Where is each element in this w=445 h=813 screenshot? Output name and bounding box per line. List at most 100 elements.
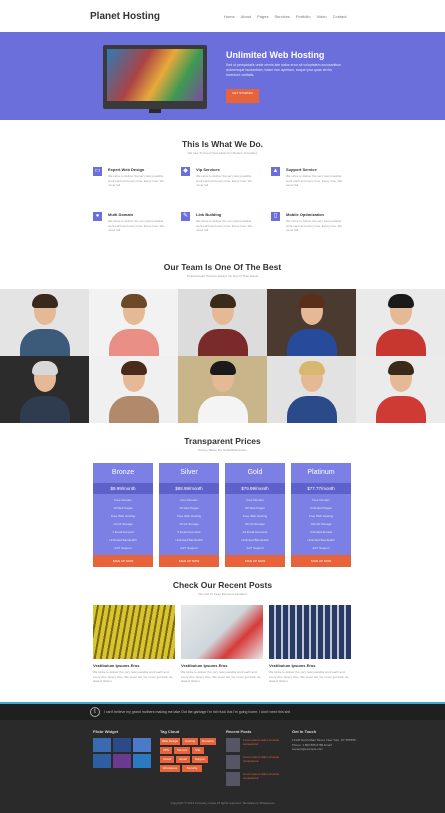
plan-price: $69.99/month (159, 483, 219, 494)
service-item: ✎ Link Building We strive to deliver the… (181, 212, 261, 246)
flickr-thumb[interactable] (113, 754, 131, 768)
service-title: Vip Services (196, 167, 220, 172)
nav-services[interactable]: Services (274, 14, 289, 19)
recent-post[interactable]: Lorem ipsum dolor sit amet consectetur (226, 755, 284, 769)
service-title: Link Building (196, 212, 222, 217)
plan-feature: Free Web Hosting (242, 514, 268, 518)
recent-post-thumb[interactable] (226, 755, 240, 769)
recent-post-link[interactable]: Lorem ipsum dolor sit amet consectetur (243, 738, 283, 746)
pricing-plan: Platinum $77.77/month Free Domain Unlimi… (291, 463, 351, 567)
tag-link[interactable]: Web Design (160, 738, 180, 745)
post-title[interactable]: Vestibulum Ipsums Eros (269, 663, 315, 668)
post-title[interactable]: Vestibulum Ipsums Eros (181, 663, 227, 668)
monitor-screen (107, 49, 203, 101)
pricing-title: Transparent Prices (184, 436, 261, 446)
sign-up-button[interactable]: SIGN UP NOW (291, 555, 351, 567)
post-desc: We strive to deliver the very best possi… (181, 670, 261, 683)
flickr-thumb[interactable] (93, 754, 111, 768)
post-image[interactable] (181, 605, 263, 659)
nav-home[interactable]: Home (224, 14, 235, 19)
tag-link[interactable]: Cloud (160, 756, 174, 763)
service-title: Mobile Optimization (286, 212, 324, 217)
post-title[interactable]: Vestibulum Ipsums Eros (93, 663, 139, 668)
recent-post[interactable]: Lorem ipsum dolor sit amet consectetur (226, 738, 284, 752)
team-member-photo[interactable] (178, 289, 267, 356)
team-member-photo[interactable] (89, 356, 178, 423)
plan-price: $9.99/month (93, 483, 153, 494)
post-desc: We strive to deliver the very best possi… (269, 670, 349, 683)
team-subtitle: Professionals That Are Always On Top Of … (186, 274, 259, 278)
posts-subtitle: We Like To Keep Everyone Updated (198, 592, 247, 596)
service-item: ▯ Mobile Optimization We strive to deliv… (271, 212, 351, 246)
recent-post-link[interactable]: Lorem ipsum dolor sit amet consectetur (243, 772, 283, 780)
plan-name: Platinum (307, 469, 335, 476)
monitor-icon: ▭ (93, 167, 102, 176)
site-logo[interactable]: Planet Hosting (90, 11, 160, 22)
nav-portfolio[interactable]: Portfolio (296, 14, 311, 19)
tag-link[interactable]: VPS (160, 747, 172, 754)
plan-feature: Free Web Hosting (308, 514, 334, 518)
nav-contact[interactable]: Contact (333, 14, 347, 19)
tag-link[interactable]: Domains (200, 738, 216, 745)
tag-link[interactable]: Servers (174, 747, 190, 754)
team-member-photo[interactable] (267, 356, 356, 423)
sign-up-button[interactable]: SIGN UP NOW (225, 555, 285, 567)
plan-name: Bronze (111, 469, 135, 476)
plan-feature: 100 Gb Storage (310, 522, 332, 526)
team-member-photo[interactable] (267, 289, 356, 356)
plan-feature: 10 Email Accounts (242, 530, 268, 534)
recent-post-link[interactable]: Lorem ipsum dolor sit amet consectetur (243, 755, 283, 763)
plan-feature: 50 Web Pages (245, 506, 265, 510)
service-desc: We strive to deliver the very best possi… (286, 219, 343, 232)
get-started-button[interactable]: GET STARTED (226, 89, 259, 103)
recent-post[interactable]: Lorem ipsum dolor sit amet consectetur (226, 772, 284, 786)
team-member-photo[interactable] (0, 289, 89, 356)
nav-about[interactable]: About (241, 14, 251, 19)
twitter-icon[interactable]: t (90, 707, 100, 717)
tag-link[interactable]: Email (176, 756, 190, 763)
recent-post-thumb[interactable] (226, 772, 240, 786)
plan-name: Gold (247, 469, 263, 476)
pricing-plan: Silver $69.99/month Free Domain 20 Web P… (159, 463, 219, 567)
plan-feature: 50 Gb Storage (245, 522, 265, 526)
site-header: Planet Hosting Home About Pages Services… (0, 0, 445, 32)
plan-feature: 24/7 Support (180, 546, 198, 550)
plan-feature: 24/7 Support (114, 546, 132, 550)
sign-up-button[interactable]: SIGN UP NOW (159, 555, 219, 567)
sign-up-button[interactable]: SIGN UP NOW (93, 555, 153, 567)
plan-feature: 24/7 Support (246, 546, 264, 550)
post-image[interactable] (269, 605, 351, 659)
team-grid (0, 289, 445, 423)
flickr-thumb[interactable] (93, 738, 111, 752)
tag-link[interactable]: Wordpress (160, 765, 180, 772)
nav-pages[interactable]: Pages (257, 14, 268, 19)
team-member-photo[interactable] (356, 356, 445, 423)
nav-video[interactable]: Video (317, 14, 327, 19)
recent-post-thumb[interactable] (226, 738, 240, 752)
plan-price: $77.77/month (291, 483, 351, 494)
flickr-thumb[interactable] (113, 738, 131, 752)
plan-feature: Unlimited Bandwidth (109, 538, 137, 542)
contact-title: Get In Touch (292, 729, 317, 734)
flickr-thumb[interactable] (133, 754, 151, 768)
team-member-photo[interactable] (89, 289, 178, 356)
posts-title: Check Our Recent Posts (172, 580, 273, 590)
plan-feature: Unlimited Pages (310, 506, 332, 510)
tag-link[interactable]: Hosting (182, 738, 198, 745)
tag-link[interactable]: Security (182, 765, 202, 772)
plan-feature: Unlimited Bandwidth (307, 538, 335, 542)
tag-link[interactable]: Support (192, 756, 208, 763)
contact-info: 12345 North Main Street, New York, NY 55… (292, 738, 357, 751)
post-image[interactable] (93, 605, 175, 659)
tag-link[interactable]: SSL (192, 747, 204, 754)
service-item: ▭ Expert Web Design We strive to deliver… (93, 167, 173, 201)
flickr-thumb[interactable] (133, 738, 151, 752)
hero-banner (0, 32, 445, 120)
team-title: Our Team Is One Of The Best (163, 262, 282, 272)
main-nav: Home About Pages Services Portfolio Vide… (224, 14, 346, 19)
team-member-photo[interactable] (0, 356, 89, 423)
recent-posts-title: Recent Posts (226, 729, 252, 734)
team-member-photo[interactable] (178, 356, 267, 423)
post-desc: We strive to deliver the very best possi… (93, 670, 173, 683)
team-member-photo[interactable] (356, 289, 445, 356)
